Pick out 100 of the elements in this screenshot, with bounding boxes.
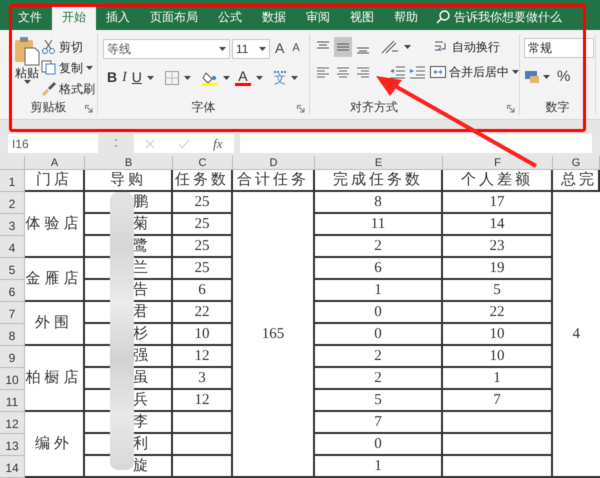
caret-icon[interactable] xyxy=(24,80,30,84)
column-header[interactable]: B xyxy=(85,156,173,170)
dialog-launcher-icon[interactable] xyxy=(507,105,515,113)
ribbon-tab[interactable]: 页面布局 xyxy=(140,4,208,30)
paste-button[interactable]: 粘贴 xyxy=(13,34,41,99)
caret-icon[interactable] xyxy=(290,76,298,80)
brush-icon[interactable] xyxy=(41,81,56,96)
table-cell: 7 xyxy=(443,390,553,412)
formula-input[interactable] xyxy=(240,134,592,153)
drag-handle-icon[interactable] xyxy=(114,137,118,149)
column-header[interactable]: A xyxy=(25,156,85,170)
check-icon[interactable] xyxy=(178,138,190,148)
font-color-button[interactable]: A xyxy=(234,70,251,86)
ribbon-tab[interactable]: 公式 xyxy=(208,4,252,30)
table-cell: 25 xyxy=(173,214,233,236)
row-header[interactable]: 13 xyxy=(0,434,25,456)
ribbon-tab[interactable]: 审阅 xyxy=(296,4,340,30)
row-header[interactable]: 7 xyxy=(0,302,25,324)
row-header[interactable]: 11 xyxy=(0,390,25,412)
column-header[interactable]: C xyxy=(173,156,233,170)
row-header[interactable]: 2 xyxy=(0,192,25,214)
fill-color-icon[interactable] xyxy=(202,70,218,86)
table-cell: 金雁店 xyxy=(25,258,85,302)
dialog-launcher-icon[interactable] xyxy=(297,105,305,113)
format-painter-button[interactable]: 格式刷 xyxy=(41,80,95,97)
table-cell: 2 xyxy=(315,368,443,390)
caret-icon[interactable] xyxy=(219,46,226,50)
ribbon-tab[interactable]: 帮助 xyxy=(384,4,428,30)
wrap-text-button[interactable]: 自动换行 xyxy=(433,38,500,56)
increase-indent-icon[interactable] xyxy=(408,64,426,80)
dialog-launcher-icon[interactable] xyxy=(85,105,93,113)
ribbon-tab[interactable]: 数据 xyxy=(252,4,296,30)
caret-icon[interactable] xyxy=(404,45,411,49)
column-header[interactable]: F xyxy=(443,156,553,170)
insert-function-button[interactable]: fx xyxy=(213,134,223,154)
caret-icon[interactable] xyxy=(222,76,230,80)
decrease-font-size-button[interactable]: A xyxy=(289,40,303,57)
number-format-field[interactable]: 常规 xyxy=(524,38,594,58)
ribbon-tab[interactable]: 插入 xyxy=(96,4,140,30)
column-header[interactable]: E xyxy=(315,156,443,170)
table-cell: 25 xyxy=(173,192,233,214)
table-cell: 1 xyxy=(315,456,443,478)
table-cell: 5 xyxy=(443,280,553,302)
phonetic-button[interactable]: 文 xyxy=(274,70,286,84)
row-header[interactable]: 9 xyxy=(0,346,25,368)
row-header[interactable]: 3 xyxy=(0,214,25,236)
row-header[interactable]: 10 xyxy=(0,368,25,390)
row-header[interactable]: 12 xyxy=(0,412,25,434)
row-header[interactable]: 5 xyxy=(0,258,25,280)
group-label: 数字 xyxy=(546,99,570,116)
group-label: 字体 xyxy=(192,99,216,116)
merge-cells-icon[interactable] xyxy=(430,64,446,80)
currency-icon[interactable] xyxy=(524,70,540,84)
table-cell: 10 xyxy=(443,346,553,368)
italic-button[interactable]: I xyxy=(122,67,127,88)
row-header[interactable]: 4 xyxy=(0,236,25,258)
table-cell xyxy=(173,412,233,434)
search-icon[interactable] xyxy=(436,10,450,24)
ribbon-tab[interactable]: 视图 xyxy=(340,4,384,30)
caret-icon[interactable] xyxy=(184,76,191,80)
row-header[interactable]: 8 xyxy=(0,324,25,346)
font-name-field[interactable]: 等线 xyxy=(103,38,230,58)
row-header[interactable]: 14 xyxy=(0,456,25,478)
caret-icon[interactable] xyxy=(543,75,550,80)
caret-icon[interactable] xyxy=(146,76,154,80)
increase-font-size-button[interactable]: A xyxy=(272,38,288,59)
table-cell: 0 xyxy=(315,434,443,456)
caret-icon[interactable] xyxy=(259,46,266,50)
caret-icon[interactable] xyxy=(256,76,263,80)
table-cell: 外围 xyxy=(25,302,85,346)
cut-button[interactable]: 剪切 xyxy=(41,38,95,55)
column-header[interactable]: G xyxy=(553,156,600,170)
column-header[interactable]: D xyxy=(233,156,315,170)
name-box[interactable]: I16 xyxy=(8,134,98,153)
table-cell: 5 xyxy=(315,390,443,412)
merge-center-button[interactable]: 合并后居中 xyxy=(430,63,519,81)
tell-me-text[interactable]: 告诉我你想要做什么 xyxy=(454,8,562,26)
clipboard-icon[interactable] xyxy=(13,36,41,66)
table-cell: 总完 xyxy=(553,170,600,192)
underline-button[interactable]: U xyxy=(132,67,142,88)
table-cell: 23 xyxy=(443,236,553,258)
caret-icon[interactable] xyxy=(512,70,519,74)
table-cell: 2 xyxy=(315,346,443,368)
copy-button[interactable]: 复制 xyxy=(41,59,95,76)
bold-button[interactable]: B xyxy=(107,67,118,88)
row-header[interactable]: 6 xyxy=(0,280,25,302)
table-cell: 编外 xyxy=(25,412,85,478)
scissors-icon[interactable] xyxy=(41,39,56,54)
caret-icon[interactable] xyxy=(86,66,93,70)
percent-button[interactable]: % xyxy=(557,66,570,88)
decrease-indent-icon[interactable] xyxy=(388,64,406,80)
table-cell: 11 xyxy=(315,214,443,236)
table-cell: 12 xyxy=(173,390,233,412)
copy-icon[interactable] xyxy=(41,60,56,75)
table-cell: 165 xyxy=(233,192,315,478)
table-cell: 1 xyxy=(315,280,443,302)
border-grid-icon[interactable] xyxy=(164,70,179,84)
ribbon-tab[interactable]: 文件 xyxy=(8,4,52,30)
row-header[interactable]: 1 xyxy=(0,170,25,192)
font-size-field[interactable]: 11 xyxy=(232,38,270,58)
